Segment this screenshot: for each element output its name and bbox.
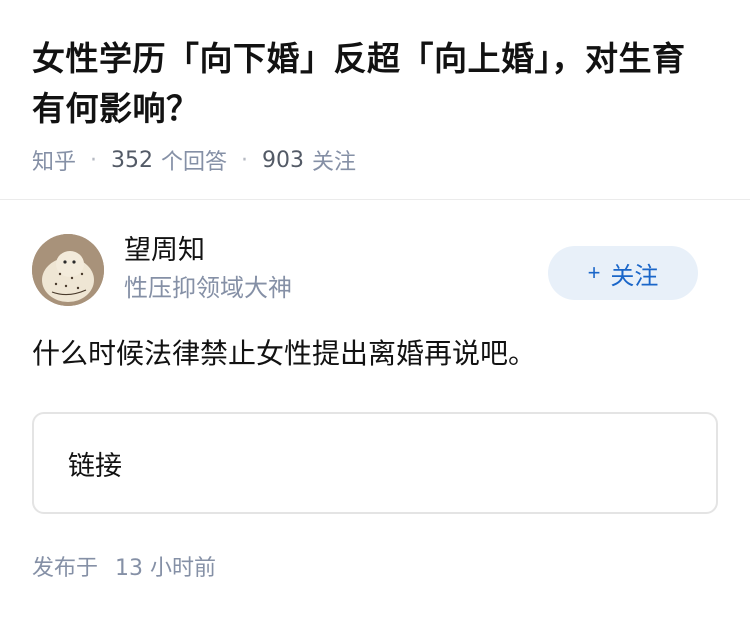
plus-icon: +: [587, 260, 601, 285]
meta-separator: ·: [241, 147, 249, 173]
answer-count-label: 个回答: [161, 150, 228, 175]
link-card-label: 链接: [68, 450, 122, 482]
author-name[interactable]: 望周知: [124, 233, 292, 269]
question-title[interactable]: 女性学历「向下婚」反超「向上婚」，对生育有何影响？: [32, 34, 718, 134]
follower-count: 903: [262, 147, 305, 173]
author-bio: 性压抑领域大神: [124, 274, 292, 302]
answer-card: 望周知 性压抑领域大神 + 关注 什么时候法律禁止女性提出离婚再说吧。 链接 发…: [0, 200, 750, 582]
meta-separator: ·: [90, 147, 98, 173]
publish-time: 发布于 13 小时前: [32, 550, 718, 582]
avatar-image: [32, 234, 104, 306]
answer-content: 什么时候法律禁止女性提出离婚再说吧。: [32, 337, 537, 370]
zhihu-answer-page: 女性学历「向下婚」反超「向上婚」，对生育有何影响？ 知乎 · 352 个回答 ·…: [0, 0, 750, 624]
question-header: 女性学历「向下婚」反超「向上婚」，对生育有何影响？ 知乎 · 352 个回答 ·…: [0, 0, 750, 200]
link-card[interactable]: 链接: [32, 412, 718, 514]
follower-count-label: 关注: [312, 150, 357, 175]
publish-prefix: 发布于: [32, 556, 99, 581]
author-info: 望周知 性压抑领域大神: [124, 233, 292, 305]
follow-button-label: 关注: [610, 262, 659, 290]
publish-time-value: 13 小时前: [115, 556, 217, 581]
source-label[interactable]: 知乎: [32, 144, 76, 176]
question-meta: 知乎 · 352 个回答 · 903 关注: [32, 144, 718, 176]
avatar[interactable]: [32, 234, 104, 306]
author-row: 望周知 性压抑领域大神 + 关注: [32, 200, 718, 310]
answer-count: 352: [111, 147, 154, 173]
follow-button[interactable]: + 关注: [548, 246, 698, 300]
